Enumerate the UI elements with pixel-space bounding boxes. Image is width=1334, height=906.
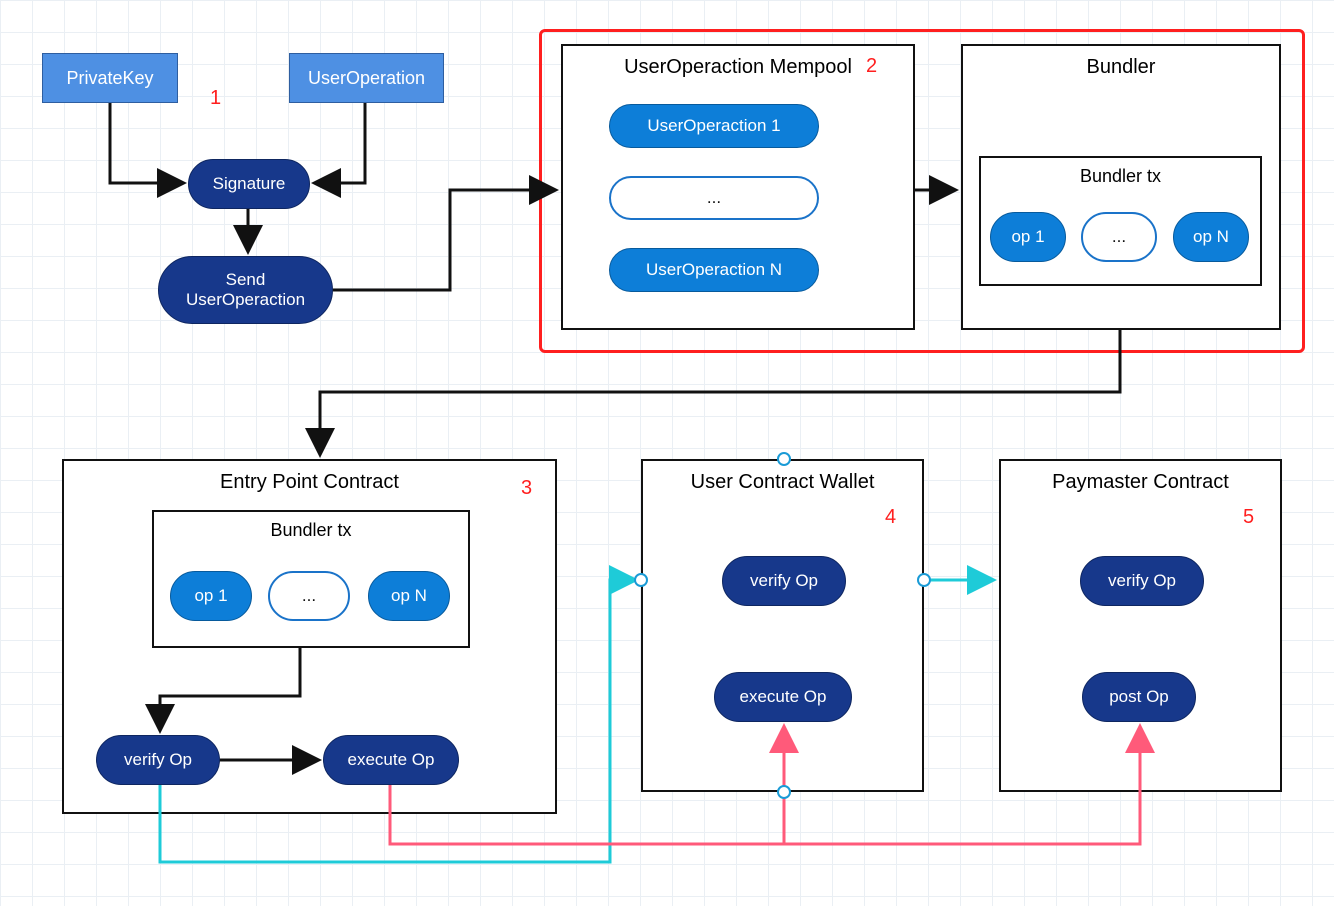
pmc-verify-op: verify Op — [1080, 556, 1204, 606]
ucw-title: User Contract Wallet — [643, 471, 922, 494]
bundler-op-dots: ... — [1081, 212, 1157, 262]
bundler-op-n: op N — [1173, 212, 1249, 262]
annotation-5: 5 — [1243, 506, 1254, 529]
ucw-verify-op: verify Op — [722, 556, 846, 606]
epc-verify-op: verify Op — [96, 735, 220, 785]
epc-title: Entry Point Contract — [64, 471, 555, 494]
pmc-post-op: post Op — [1082, 672, 1196, 722]
annotation-3: 3 — [521, 477, 532, 500]
annotation-2: 2 — [866, 55, 877, 78]
epc-bundler-tx-title: Bundler tx — [154, 520, 468, 541]
epc-op-1: op 1 — [170, 571, 252, 621]
pmc-title: Paymaster Contract — [1001, 471, 1280, 494]
mempool-title: UserOperaction Mempool — [563, 56, 913, 79]
bundler-title: Bundler — [963, 56, 1279, 79]
annotation-4: 4 — [885, 506, 896, 529]
bundler-op-1: op 1 — [990, 212, 1066, 262]
bundler-tx-title: Bundler tx — [981, 166, 1260, 187]
signature-node: Signature — [188, 159, 310, 209]
annotation-1: 1 — [210, 87, 221, 110]
send-useroperation-node: Send UserOperaction — [158, 256, 333, 324]
mempool-item-n: UserOperaction N — [609, 248, 819, 292]
epc-op-dots: ... — [268, 571, 350, 621]
private-key-node: PrivateKey — [42, 53, 178, 103]
mempool-item-dots: ... — [609, 176, 819, 220]
epc-op-n: op N — [368, 571, 450, 621]
user-contract-wallet-box: User Contract Wallet — [641, 459, 924, 792]
paymaster-contract-box: Paymaster Contract — [999, 459, 1282, 792]
send-label-line2: UserOperaction — [186, 290, 305, 310]
mempool-item-1: UserOperaction 1 — [609, 104, 819, 148]
send-label-line1: Send — [226, 270, 266, 290]
ucw-execute-op: execute Op — [714, 672, 852, 722]
user-operation-node: UserOperation — [289, 53, 444, 103]
epc-execute-op: execute Op — [323, 735, 459, 785]
diagram-canvas: PrivateKey UserOperation Signature Send … — [0, 0, 1334, 906]
